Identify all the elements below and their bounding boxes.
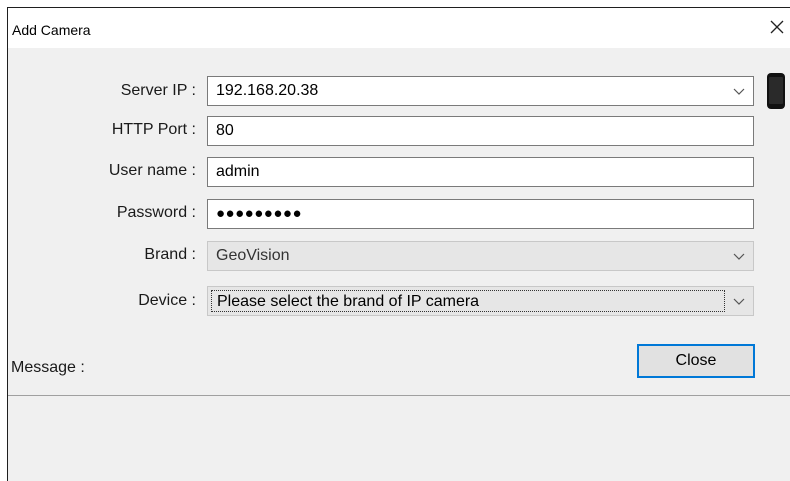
user-name-input[interactable] — [207, 157, 754, 187]
user-name-label: User name : — [108, 162, 196, 179]
http-port-label: HTTP Port : — [111, 121, 196, 138]
password-input[interactable]: ●●●●●●●●● — [207, 199, 754, 229]
title-bar: Add Camera — [8, 8, 790, 48]
brand-value: GeoVision — [216, 247, 290, 264]
message-label: Message : — [11, 359, 85, 376]
device-select[interactable]: Please select the brand of IP camera — [207, 286, 754, 316]
chevron-down-icon[interactable] — [733, 86, 745, 96]
brand-label: Brand : — [144, 246, 196, 263]
server-ip-combobox[interactable]: 192.168.20.38 — [207, 76, 754, 106]
device-label: Device : — [138, 292, 196, 309]
password-mask: ●●●●●●●●● — [216, 205, 303, 222]
close-icon[interactable] — [766, 16, 788, 38]
chevron-down-icon[interactable] — [733, 251, 745, 261]
message-divider — [8, 395, 790, 396]
server-ip-label: Server IP : — [120, 82, 196, 99]
chevron-down-icon[interactable] — [733, 296, 745, 306]
device-value: Please select the brand of IP camera — [211, 290, 725, 312]
http-port-input[interactable] — [207, 116, 754, 146]
add-camera-dialog: Add Camera Server IP : 192.168.20.38 HTT… — [7, 7, 790, 481]
password-label: Password : — [116, 204, 196, 221]
close-button[interactable]: Close — [637, 344, 755, 378]
brand-select[interactable]: GeoVision — [207, 241, 754, 271]
window-title: Add Camera — [12, 22, 91, 38]
server-ip-value: 192.168.20.38 — [216, 82, 319, 99]
mobile-device-icon[interactable] — [765, 72, 787, 110]
